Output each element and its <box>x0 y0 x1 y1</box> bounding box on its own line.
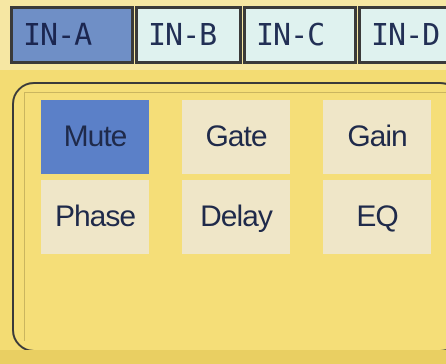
tab-in-a[interactable]: IN-A <box>10 6 134 64</box>
tab-in-d-label: IN-D <box>371 18 440 53</box>
mute-button-label: Mute <box>63 120 128 153</box>
mute-button[interactable]: Mute <box>41 100 149 174</box>
tab-in-c-label: IN-C <box>256 18 325 53</box>
gain-button[interactable]: Gain <box>323 100 431 174</box>
delay-button-label: Delay <box>200 200 273 233</box>
gate-button-label: Gate <box>205 120 267 153</box>
tab-in-a-label: IN-A <box>23 18 92 53</box>
eq-button-label: EQ <box>356 200 398 233</box>
phase-button-label: Phase <box>54 200 136 233</box>
device-screen: IN-A IN-B IN-C IN-D Mute Gate Gain Phase… <box>0 0 446 364</box>
delay-button[interactable]: Delay <box>182 180 290 254</box>
input-tab-bar: IN-A IN-B IN-C IN-D <box>0 0 446 70</box>
tab-in-d[interactable]: IN-D <box>358 6 446 64</box>
tab-in-c[interactable]: IN-C <box>243 6 357 64</box>
gain-button-label: Gain <box>347 120 407 153</box>
phase-button[interactable]: Phase <box>41 180 149 254</box>
eq-button[interactable]: EQ <box>323 180 431 254</box>
gate-button[interactable]: Gate <box>182 100 290 174</box>
tab-in-b-label: IN-B <box>148 18 217 53</box>
tab-in-b[interactable]: IN-B <box>135 6 242 64</box>
bottom-bezel <box>0 350 446 364</box>
